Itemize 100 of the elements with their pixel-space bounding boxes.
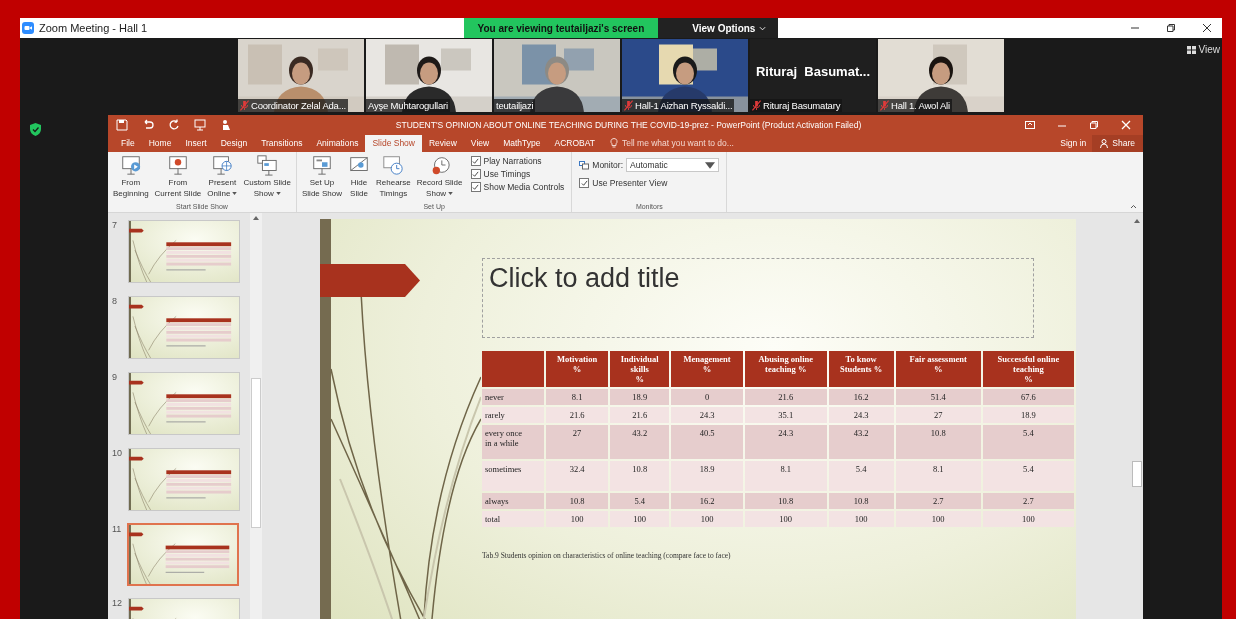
person-icon <box>1100 138 1110 148</box>
checkbox[interactable]: Play Narrations <box>470 156 565 166</box>
slide-thumbnail[interactable] <box>128 372 240 435</box>
slide-thumbnail[interactable] <box>128 220 240 283</box>
ribbon-tab[interactable]: Design <box>213 135 255 152</box>
ribbon-tab[interactable]: File <box>114 135 142 152</box>
ribbon-tab[interactable]: MathType <box>496 135 548 152</box>
slide-number: 8 <box>112 296 118 306</box>
ribbon-tab[interactable]: Review <box>422 135 464 152</box>
table-cell: 21.6 <box>744 389 827 405</box>
table-cell: 100 <box>982 511 1074 527</box>
table-cell: 8.1 <box>895 461 981 491</box>
table-cell: 16.2 <box>671 493 743 509</box>
scroll-thumb[interactable] <box>1131 461 1142 487</box>
presentation-icon[interactable] <box>194 119 206 131</box>
collapse-ribbon-icon[interactable] <box>1130 204 1137 209</box>
ribbon-tab[interactable]: ACROBAT <box>547 135 602 152</box>
table-cell: 2.7 <box>895 493 981 509</box>
close-icon[interactable] <box>1202 23 1212 33</box>
caret-icon <box>705 160 716 170</box>
table-cell: 10.8 <box>828 493 894 509</box>
participant-name: Hall-1 Aizhan Ryssaldi... <box>635 100 733 111</box>
slide-thumbnail[interactable] <box>128 448 240 511</box>
caret-icon <box>232 192 238 196</box>
ribbon-tab[interactable]: Home <box>141 135 179 152</box>
table-cell: 2.7 <box>982 493 1074 509</box>
ribbon-button[interactable]: From Current Slide <box>152 154 204 203</box>
sign-in-link[interactable]: Sign in <box>1054 138 1093 152</box>
slide-thumbnail[interactable] <box>128 296 240 359</box>
shield-check-icon[interactable] <box>30 123 41 136</box>
undo-icon[interactable] <box>142 119 154 131</box>
monitor-icon <box>579 160 590 170</box>
row-header: always <box>482 493 544 509</box>
table-cell: 100 <box>895 511 981 527</box>
table-cell: 21.6 <box>546 407 609 423</box>
row-header: rarely <box>482 407 544 423</box>
caret-icon <box>275 192 281 196</box>
grid-icon <box>1186 45 1196 54</box>
redo-icon[interactable] <box>168 119 180 131</box>
ribbon-button[interactable]: Present Online <box>205 154 240 203</box>
participant-display-name: Rituraj Basumat... <box>755 64 871 79</box>
table-cell: 32.4 <box>546 461 609 491</box>
ribbon-tab[interactable]: Slide Show <box>365 135 422 152</box>
ribbon-tab[interactable]: Insert <box>178 135 214 152</box>
share-button[interactable]: Share <box>1092 135 1143 152</box>
table-cell: 0 <box>671 389 743 405</box>
checkbox[interactable]: Use Timings <box>470 169 565 179</box>
scroll-up-icon[interactable] <box>1133 219 1140 223</box>
muted-microphone-icon <box>880 100 889 111</box>
table-cell: 10.8 <box>546 493 609 509</box>
column-header: Successful online teaching % <box>982 351 1074 387</box>
muted-microphone-icon <box>240 100 249 111</box>
table-cell: 51.4 <box>895 389 981 405</box>
monitor-dropdown[interactable]: Automatic <box>626 158 720 172</box>
slide-number: 7 <box>112 220 118 230</box>
table-cell: 8.1 <box>546 389 609 405</box>
table-cell: 35.1 <box>744 407 827 423</box>
table-cell: 24.3 <box>671 407 743 423</box>
table-cell: 27 <box>895 407 981 423</box>
table-cell: 40.5 <box>671 425 743 459</box>
ribbon-button[interactable]: Rehearse Timings <box>374 154 413 203</box>
save-icon[interactable] <box>116 119 128 131</box>
scrollbar[interactable] <box>250 213 262 619</box>
ribbon-button[interactable]: From Beginning <box>111 154 151 203</box>
checkbox[interactable]: Show Media Controls <box>470 182 565 192</box>
table-cell: 5.4 <box>828 461 894 491</box>
view-options-button[interactable]: View Options <box>658 18 779 38</box>
table-cell: 24.3 <box>744 425 827 459</box>
slide-number: 12 <box>112 598 123 608</box>
table-cell: 100 <box>671 511 743 527</box>
scroll-up-icon[interactable] <box>253 216 259 220</box>
ribbon-tab[interactable]: View <box>463 135 497 152</box>
table-cell: 100 <box>828 511 894 527</box>
ribbon-tab[interactable]: Animations <box>309 135 366 152</box>
table-cell: 67.6 <box>982 389 1074 405</box>
table-cell: 16.2 <box>828 389 894 405</box>
table-cell: 100 <box>610 511 670 527</box>
ribbon-tab[interactable]: Transitions <box>254 135 310 152</box>
slide-thumbnail[interactable] <box>127 523 239 586</box>
participant-name: Coordinator Zelal Ada... <box>251 100 346 111</box>
ribbon-button[interactable]: Hide Slide <box>346 154 372 203</box>
ribbon-display-icon[interactable] <box>1025 120 1035 130</box>
column-header <box>482 351 544 387</box>
scroll-thumb[interactable] <box>251 378 261 528</box>
column-header: Motivation % <box>546 351 609 387</box>
checkbox[interactable]: Use Presenter View <box>579 178 720 188</box>
restore-icon[interactable] <box>1166 23 1176 33</box>
lightbulb-icon <box>609 138 618 148</box>
table-cell: 5.4 <box>610 493 670 509</box>
table-cell: 5.4 <box>982 425 1074 459</box>
view-button[interactable]: View <box>1186 44 1220 55</box>
ribbon-button[interactable]: Set Up Slide Show <box>300 154 344 203</box>
table-cell: 18.9 <box>671 461 743 491</box>
table-cell: 8.1 <box>744 461 827 491</box>
ribbon-button[interactable]: Record Slide Show <box>414 154 465 203</box>
ribbon-button[interactable]: Custom Slide Show <box>241 154 293 203</box>
monitor-label: Monitor: <box>592 160 624 170</box>
tell-me-field[interactable]: Tell me what you want to do... <box>621 138 734 148</box>
touch-mode-icon[interactable] <box>220 119 232 131</box>
title-placeholder[interactable]: Click to add title <box>482 258 1034 338</box>
